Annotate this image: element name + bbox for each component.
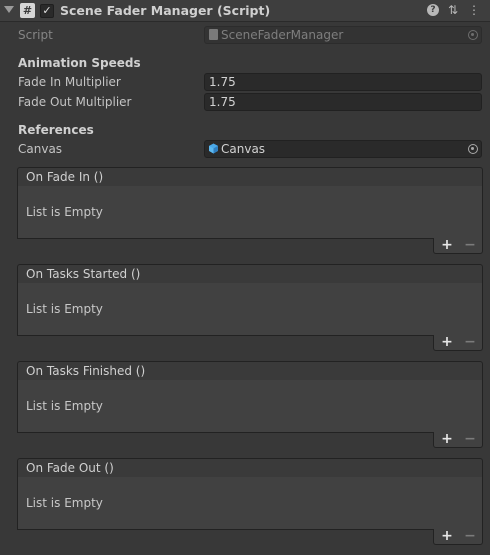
list-empty-text: List is Empty [26,496,103,510]
script-hash-icon: # [20,3,35,18]
add-item-button[interactable]: + [439,430,455,448]
foldout-arrow-icon[interactable] [4,6,14,13]
fade-in-multiplier-label: Fade In Multiplier [18,75,121,89]
component-enabled-checkbox[interactable]: ✓ [40,4,54,18]
list-footer: + − [433,333,483,351]
canvas-field-value: Canvas [221,142,266,156]
kebab-menu-icon[interactable]: ⋮ [467,3,481,17]
add-item-button[interactable]: + [439,236,455,254]
event-on-tasks-started: On Tasks Started () List is Empty + − [17,264,483,351]
list-footer: + − [433,527,483,545]
event-list-body: List is Empty [17,283,483,336]
event-list-body: List is Empty [17,380,483,433]
help-icon[interactable]: ? [427,4,439,16]
script-file-icon [209,29,218,40]
script-field: SceneFaderManager [204,26,482,44]
fade-out-multiplier-label: Fade Out Multiplier [18,95,132,109]
add-item-button[interactable]: + [439,527,455,545]
canvas-cube-icon [209,143,218,154]
fade-out-multiplier-input[interactable]: 1.75 [204,93,482,111]
list-empty-text: List is Empty [26,205,103,219]
event-on-tasks-finished: On Tasks Finished () List is Empty + − [17,361,483,448]
remove-item-button[interactable]: − [462,333,478,351]
list-footer: + − [433,430,483,448]
event-list-body: List is Empty [17,477,483,530]
event-list-body: List is Empty [17,186,483,239]
event-header: On Tasks Finished () [17,361,483,381]
script-label: Script [18,28,53,42]
event-header: On Fade Out () [17,458,483,478]
component-title[interactable]: Scene Fader Manager (Script) [60,3,270,18]
script-field-value: SceneFaderManager [221,28,344,42]
list-empty-text: List is Empty [26,399,103,413]
canvas-object-field[interactable]: Canvas [204,140,482,158]
canvas-label: Canvas [18,142,63,156]
remove-item-button[interactable]: − [462,430,478,448]
component-header: # ✓ Scene Fader Manager (Script) ? ⇅ ⋮ [0,0,490,22]
list-empty-text: List is Empty [26,302,103,316]
object-picker-icon[interactable] [468,144,478,154]
list-footer: + − [433,236,483,254]
references-header: References [18,123,94,137]
event-header: On Fade In () [17,167,483,187]
event-header: On Tasks Started () [17,264,483,284]
object-picker-icon [468,30,478,40]
remove-item-button[interactable]: − [462,527,478,545]
add-item-button[interactable]: + [439,333,455,351]
event-on-fade-out: On Fade Out () List is Empty + − [17,458,483,545]
remove-item-button[interactable]: − [462,236,478,254]
event-on-fade-in: On Fade In () List is Empty + − [17,167,483,254]
animation-speeds-header: Animation Speeds [18,56,141,70]
presets-icon[interactable]: ⇅ [446,3,460,17]
fade-in-multiplier-input[interactable]: 1.75 [204,73,482,91]
